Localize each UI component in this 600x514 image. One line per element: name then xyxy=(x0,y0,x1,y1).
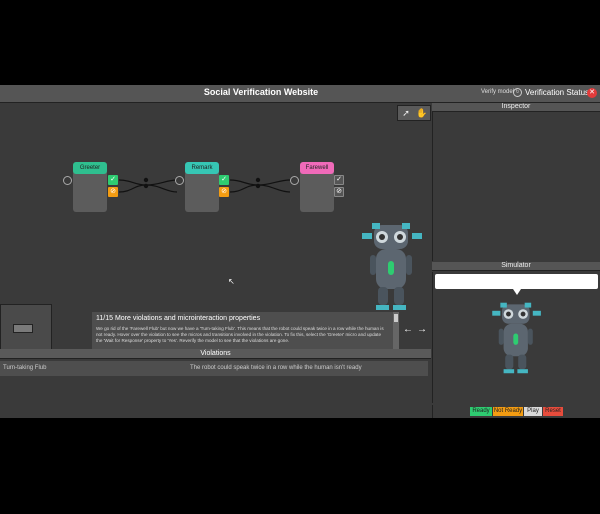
ready-port-icon[interactable]: ✓ xyxy=(334,175,344,185)
speech-bubble xyxy=(435,274,598,295)
not-ready-port-icon[interactable]: ⊘ xyxy=(334,187,344,197)
input-port[interactable] xyxy=(290,176,299,185)
title-bar: Social Verification Website Verify model… xyxy=(0,85,600,103)
x-circle-icon: ✕ xyxy=(587,88,597,98)
violation-description: The robot could speak twice in a row whi… xyxy=(190,365,362,371)
play-button[interactable]: Play xyxy=(524,407,542,416)
simulator-header: Simulator xyxy=(432,262,600,271)
tutorial-body: We go rid of the 'Farewell Flub' but now… xyxy=(96,326,384,344)
ready-port-icon[interactable]: ✓ xyxy=(108,175,118,185)
reset-button[interactable]: Reset xyxy=(543,407,563,416)
not-ready-button[interactable]: Not Ready xyxy=(493,407,523,416)
robot-icon xyxy=(492,302,541,374)
edge-junction xyxy=(255,183,261,189)
micro-node-remark[interactable]: Remark xyxy=(185,162,219,212)
edge-junction xyxy=(143,177,149,183)
inspector-header: Inspector xyxy=(432,103,600,112)
inspector-panel xyxy=(432,112,600,261)
not-ready-port-icon[interactable]: ⊘ xyxy=(219,187,229,197)
robot-icon xyxy=(362,223,422,310)
input-port[interactable] xyxy=(175,176,184,185)
previous-step-button[interactable]: ← xyxy=(401,324,415,335)
tutorial-title: 11/15 More violations and microinteracti… xyxy=(96,315,261,322)
app-window: Social Verification Website Verify model… xyxy=(0,85,600,418)
micro-node-label: Farewell xyxy=(300,162,334,174)
page-title: Social Verification Website xyxy=(203,87,319,97)
edge-junction xyxy=(143,183,149,189)
micro-node-farewell[interactable]: Farewell xyxy=(300,162,334,212)
mouse-cursor: ↖ xyxy=(228,277,235,286)
not-ready-port-icon[interactable]: ⊘ xyxy=(108,187,118,197)
design-canvas[interactable]: ➚ ✋ Greeter ✓ ⊘ Remark ✓ ⊘ Farewell ✓ ⊘ … xyxy=(0,103,431,376)
micro-node-label: Remark xyxy=(185,162,219,174)
verification-status-label: Verification Status: xyxy=(525,88,592,97)
edge-junction xyxy=(255,177,261,183)
violation-name: Turn-taking Flub xyxy=(3,365,47,371)
tutorial-navigation: ← → xyxy=(400,312,431,349)
simulator-legend: Ready Not Ready Play Reset xyxy=(432,405,600,418)
next-step-button[interactable]: → xyxy=(415,324,429,335)
micro-node-label: Greeter xyxy=(73,162,107,174)
sync-icon[interactable]: ↻ xyxy=(513,88,522,97)
tutorial-panel: 11/15 More violations and microinteracti… xyxy=(92,312,399,349)
violation-row[interactable]: Turn-taking Flub The robot could speak t… xyxy=(0,361,428,376)
minimap-nodes xyxy=(13,324,33,333)
tutorial-scrollbar[interactable] xyxy=(393,312,399,349)
verify-model-button[interactable]: Verify model xyxy=(481,89,514,95)
ready-port-icon[interactable]: ✓ xyxy=(219,175,229,185)
input-port[interactable] xyxy=(63,176,72,185)
minimap[interactable] xyxy=(0,304,52,351)
ready-button[interactable]: Ready xyxy=(470,407,492,416)
violations-header: Violations xyxy=(0,349,431,359)
micro-node-greeter[interactable]: Greeter xyxy=(73,162,107,212)
simulator-panel xyxy=(432,272,600,403)
